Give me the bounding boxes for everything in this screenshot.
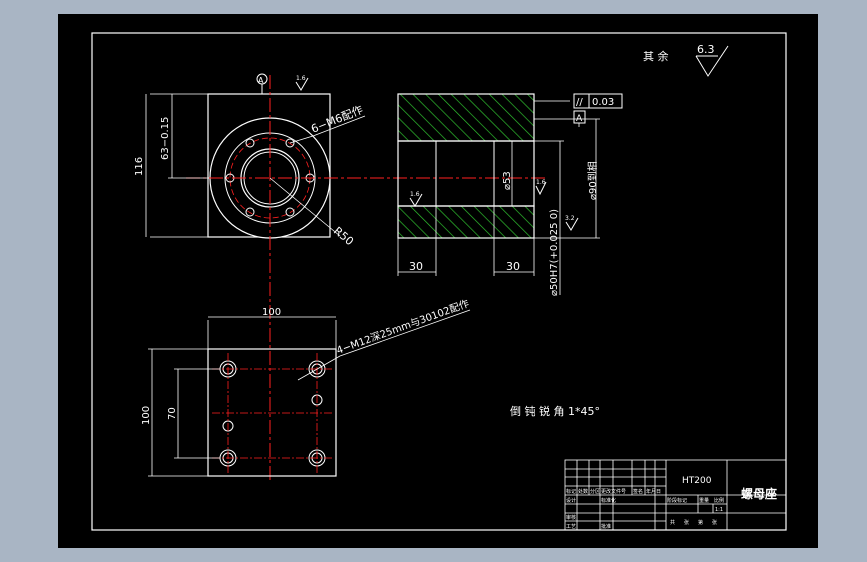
tolerance-value: 0.03 xyxy=(592,97,614,108)
dim-offset-63: 63−0.15 xyxy=(160,117,171,160)
parallelism-symbol: // xyxy=(576,97,583,108)
tb-label-change: 更改文件号 xyxy=(601,488,626,495)
tb-label-design: 设计 xyxy=(566,497,576,504)
chamfer-note: 倒 钝 锐 角 1*45° xyxy=(510,404,600,418)
dim-spacing-70: 70 xyxy=(167,407,178,420)
dim-outer-diameter: ⌀90到相 xyxy=(586,161,599,200)
material-value: HT200 xyxy=(682,476,712,486)
dim-left-30: 30 xyxy=(409,260,423,273)
engineering-drawing: 其 余 6.3 A 1.6 116 63−0.15 6−M6配作 R50 // … xyxy=(91,32,787,531)
dim-right-30: 30 xyxy=(506,260,520,273)
dim-width-100: 100 xyxy=(262,307,281,318)
surface-finish-value: 6.3 xyxy=(697,43,715,56)
tb-sheet-unit-1: 张 xyxy=(684,519,689,526)
dim-bore-diameter: ⌀50H7(+0.025 0) xyxy=(549,209,560,296)
tb-label-date: 年月日 xyxy=(646,488,661,495)
section-view: // 0.03 A ⌀90到相 ⌀53 ⌀50H7(+0.025 0) 30 3… xyxy=(397,93,623,296)
roughness-outer-value: 3.2 xyxy=(565,215,575,222)
tb-label-approve: 批准 xyxy=(601,523,611,530)
tb-label-process: 工艺 xyxy=(566,524,576,530)
tb-label-sign: 签名 xyxy=(633,488,643,495)
bottom-view: 100 100 70 4−M12深25mm与30102配作 xyxy=(141,298,471,477)
tb-sheet-no: 第 xyxy=(698,519,703,526)
radius-r50: R50 xyxy=(331,224,356,248)
part-name: 螺母座 xyxy=(741,486,777,501)
dim-height-116: 116 xyxy=(134,157,145,176)
surface-finish-prefix: 其 余 xyxy=(643,49,669,63)
roughness-top-value: 1.6 xyxy=(296,75,306,82)
roughness-bore-value: 1.6 xyxy=(410,191,420,198)
tb-label-weight: 重量 xyxy=(699,497,709,504)
tb-scale-value: 1:1 xyxy=(715,507,723,513)
tb-label-count: 处数 xyxy=(578,488,588,495)
tb-label-zone: 分区 xyxy=(590,488,600,495)
tb-label-review: 审核 xyxy=(566,514,576,521)
roughness-face-value: 1.6 xyxy=(536,179,546,186)
tb-label-stage: 阶段标记 xyxy=(667,497,687,504)
dim-inner-diameter: ⌀53 xyxy=(502,171,513,190)
tb-label-mark: 标记 xyxy=(566,488,576,495)
dim-height-100: 100 xyxy=(141,406,152,425)
tb-sheet-total: 共 xyxy=(670,519,675,526)
tb-label-scale: 比例 xyxy=(714,497,724,504)
datum-a-label: A xyxy=(258,76,264,85)
hole-callout-m12: 4−M12深25mm与30102配作 xyxy=(335,298,471,357)
tb-label-standard: 标准化 xyxy=(601,497,616,504)
tb-sheet-unit-2: 张 xyxy=(712,519,717,526)
surface-finish-note: 其 余 6.3 xyxy=(643,43,729,77)
